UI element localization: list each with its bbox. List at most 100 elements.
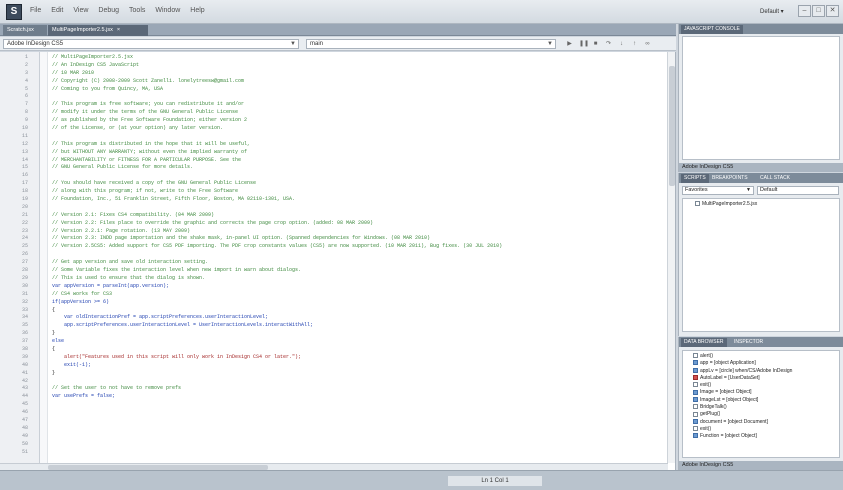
menu-help[interactable]: Help <box>190 7 204 14</box>
tab-call-stack[interactable]: CALL STACK <box>757 174 793 183</box>
data-browser-tree[interactable]: alert() app = [object Application] appLv =… <box>682 350 840 458</box>
script-location-select[interactable]: Favorites ▼ <box>682 186 754 195</box>
tree-item[interactable]: getPlug() <box>685 411 837 418</box>
code-line[interactable]: 29 // This is used to ensure that the dia… <box>0 275 668 283</box>
run-icon[interactable]: ▶ <box>566 40 573 48</box>
code-line[interactable]: 8 // modify it under the terms of the GNU… <box>0 109 668 117</box>
code-line[interactable]: 20 <box>0 204 668 212</box>
tab-scratch[interactable]: Scratch.jsx <box>3 25 47 36</box>
tab-multipageimporter[interactable]: MultiPageImporter2.5.jsx × <box>48 25 148 36</box>
tree-item[interactable]: exit() <box>685 426 837 433</box>
code-line[interactable]: 21 // Version 2.1: Fixes CS4 compatibilit… <box>0 212 668 220</box>
code-line[interactable]: 44 var usePrefs = false; <box>0 393 668 401</box>
menu-tools[interactable]: Tools <box>129 7 145 14</box>
code-line[interactable]: 50 <box>0 441 668 449</box>
tree-item[interactable]: alert() <box>685 353 837 360</box>
code-line[interactable]: 46 <box>0 409 668 417</box>
code-line[interactable]: 11 <box>0 133 668 141</box>
code-line[interactable]: 6 <box>0 93 668 101</box>
code-line[interactable]: 5 // Coming to you from Quincy, MA, USA <box>0 86 668 94</box>
code-line[interactable]: 27 // Get app version and save old intera… <box>0 259 668 267</box>
tree-item[interactable]: Image = [object Object] <box>685 389 837 396</box>
code-line[interactable]: 14 // MERCHANTABILITY or FITNESS FOR A PA… <box>0 157 668 165</box>
tree-item[interactable]: app = [object Application] <box>685 360 837 367</box>
code-line[interactable]: 23 // Version 2.2.1: Page rotation. (13 M… <box>0 228 668 236</box>
code-line[interactable]: 13 // but WITHOUT ANY WARRANTY; without e… <box>0 149 668 157</box>
code-line[interactable]: 35 app.scriptPreferences.userInteraction… <box>0 322 668 330</box>
pause-icon[interactable]: ❚❚ <box>579 40 589 48</box>
menu-edit[interactable]: Edit <box>51 7 63 14</box>
menu-debug[interactable]: Debug <box>98 7 119 14</box>
tab-javascript-console[interactable]: JAVASCRIPT CONSOLE <box>681 25 743 34</box>
minimize-button[interactable]: – <box>798 5 811 17</box>
tree-item[interactable]: ImageLst = [object Object] <box>685 397 837 404</box>
scrollbar-thumb[interactable] <box>669 66 675 186</box>
close-button[interactable]: ✕ <box>826 5 839 17</box>
stop-icon[interactable]: ■ <box>592 40 599 48</box>
code-line[interactable]: 45 <box>0 401 668 409</box>
tab-inspector[interactable]: INSPECTOR <box>731 338 766 347</box>
code-line[interactable]: 43 // Set the user to not have to remove … <box>0 385 668 393</box>
code-line[interactable]: 51 <box>0 449 668 457</box>
code-line[interactable]: 38 { <box>0 346 668 354</box>
tree-item[interactable]: exit() <box>685 382 837 389</box>
code-line[interactable]: 41} <box>0 370 668 378</box>
code-line[interactable]: 3 // 10 MAR 2010 <box>0 70 668 78</box>
code-line[interactable]: 37 else <box>0 338 668 346</box>
tree-item[interactable]: AutoLabel = [UserDataSet] <box>685 375 837 382</box>
code-line[interactable]: 48 <box>0 425 668 433</box>
list-item[interactable]: MultiPageImporter2.5.jsx <box>685 201 837 208</box>
menu-view[interactable]: View <box>73 7 88 14</box>
code-line[interactable]: 31 // CS4 works for CS3 <box>0 291 668 299</box>
step-over-icon[interactable]: ↷ <box>605 40 612 48</box>
engine-select[interactable]: main ▼ <box>306 39 556 49</box>
tree-item[interactable]: BridgeTalk() <box>685 404 837 411</box>
vertical-scrollbar[interactable] <box>667 52 675 463</box>
code-line[interactable]: 18 // along with this program; if not, wr… <box>0 188 668 196</box>
code-line[interactable]: 32 if(appVersion >= 6) <box>0 299 668 307</box>
tree-item[interactable]: document = [object Document] <box>685 419 837 426</box>
tab-scripts[interactable]: SCRIPTS <box>681 174 709 183</box>
code-line[interactable]: 1 // MultiPageImporter2.5.jsx <box>0 54 668 62</box>
code-line[interactable]: 33 { <box>0 307 668 315</box>
code-line[interactable]: 49 <box>0 433 668 441</box>
code-line[interactable]: 10 // of the License, or (at your option)… <box>0 125 668 133</box>
code-line[interactable]: 30 var appVersion = parseInt(app.version)… <box>0 283 668 291</box>
code-line[interactable]: 2 // An InDesign CS5 JavaScript <box>0 62 668 70</box>
code-line[interactable]: 24 // Version 2.3: INDD page importation … <box>0 235 668 243</box>
target-app-select[interactable]: Adobe InDesign CS5 ▼ <box>3 39 299 49</box>
menu-window[interactable]: Window <box>155 7 180 14</box>
code-line[interactable]: 47 <box>0 417 668 425</box>
code-line[interactable]: 34 var oldInteractionPref = app.scriptPr… <box>0 314 668 322</box>
console-output[interactable] <box>682 36 840 160</box>
step-out-icon[interactable]: ↑ <box>631 40 638 48</box>
code-line[interactable]: 12 // This program is distributed in the … <box>0 141 668 149</box>
workspace-switcher[interactable]: Default ▾ <box>760 6 794 18</box>
code-line[interactable]: 7 // This program is free software; you c… <box>0 101 668 109</box>
code-line[interactable]: 26 <box>0 251 668 259</box>
scripts-list[interactable]: MultiPageImporter2.5.jsx <box>682 198 840 332</box>
tree-item[interactable]: appLv = [circle] when/CS/Adobe InDesign <box>685 368 837 375</box>
code-line[interactable]: 36} <box>0 330 668 338</box>
tab-data-browser[interactable]: DATA BROWSER <box>681 338 727 347</box>
code-line[interactable]: 22 // Version 2.2: Files place to overrid… <box>0 220 668 228</box>
code-line[interactable]: 15 // GNU General Public License for more… <box>0 164 668 172</box>
code-line[interactable]: 39 alert("Features used in this script w… <box>0 354 668 362</box>
horizontal-scrollbar[interactable] <box>0 463 668 470</box>
code-line[interactable]: 9 // as published by the Free Software Fo… <box>0 117 668 125</box>
menu-file[interactable]: File <box>30 7 41 14</box>
maximize-button[interactable]: □ <box>812 5 825 17</box>
close-icon[interactable]: × <box>117 27 120 33</box>
code-line[interactable]: 19 // Foundation, Inc., 51 Franklin Stree… <box>0 196 668 204</box>
step-into-icon[interactable]: ↓ <box>618 40 625 48</box>
code-line[interactable]: 40 exit(-1); <box>0 362 668 370</box>
code-line[interactable]: 28 // Some Variable fixes the interaction… <box>0 267 668 275</box>
link-icon[interactable]: ∞ <box>644 40 651 48</box>
tree-item[interactable]: Function = [object Object] <box>685 433 837 440</box>
code-line[interactable]: 16 <box>0 172 668 180</box>
code-line[interactable]: 4 // Copyright (C) 2008-2009 Scott Zanell… <box>0 78 668 86</box>
tab-breakpoints[interactable]: BREAKPOINTS <box>709 174 751 183</box>
code-editor[interactable]: 1 // MultiPageImporter2.5.jsx 2 // An InDes… <box>0 52 676 470</box>
script-filter-select[interactable]: Default <box>757 186 839 195</box>
code-line[interactable]: 25 // Version 2.5CS5: Added support for C… <box>0 243 668 251</box>
